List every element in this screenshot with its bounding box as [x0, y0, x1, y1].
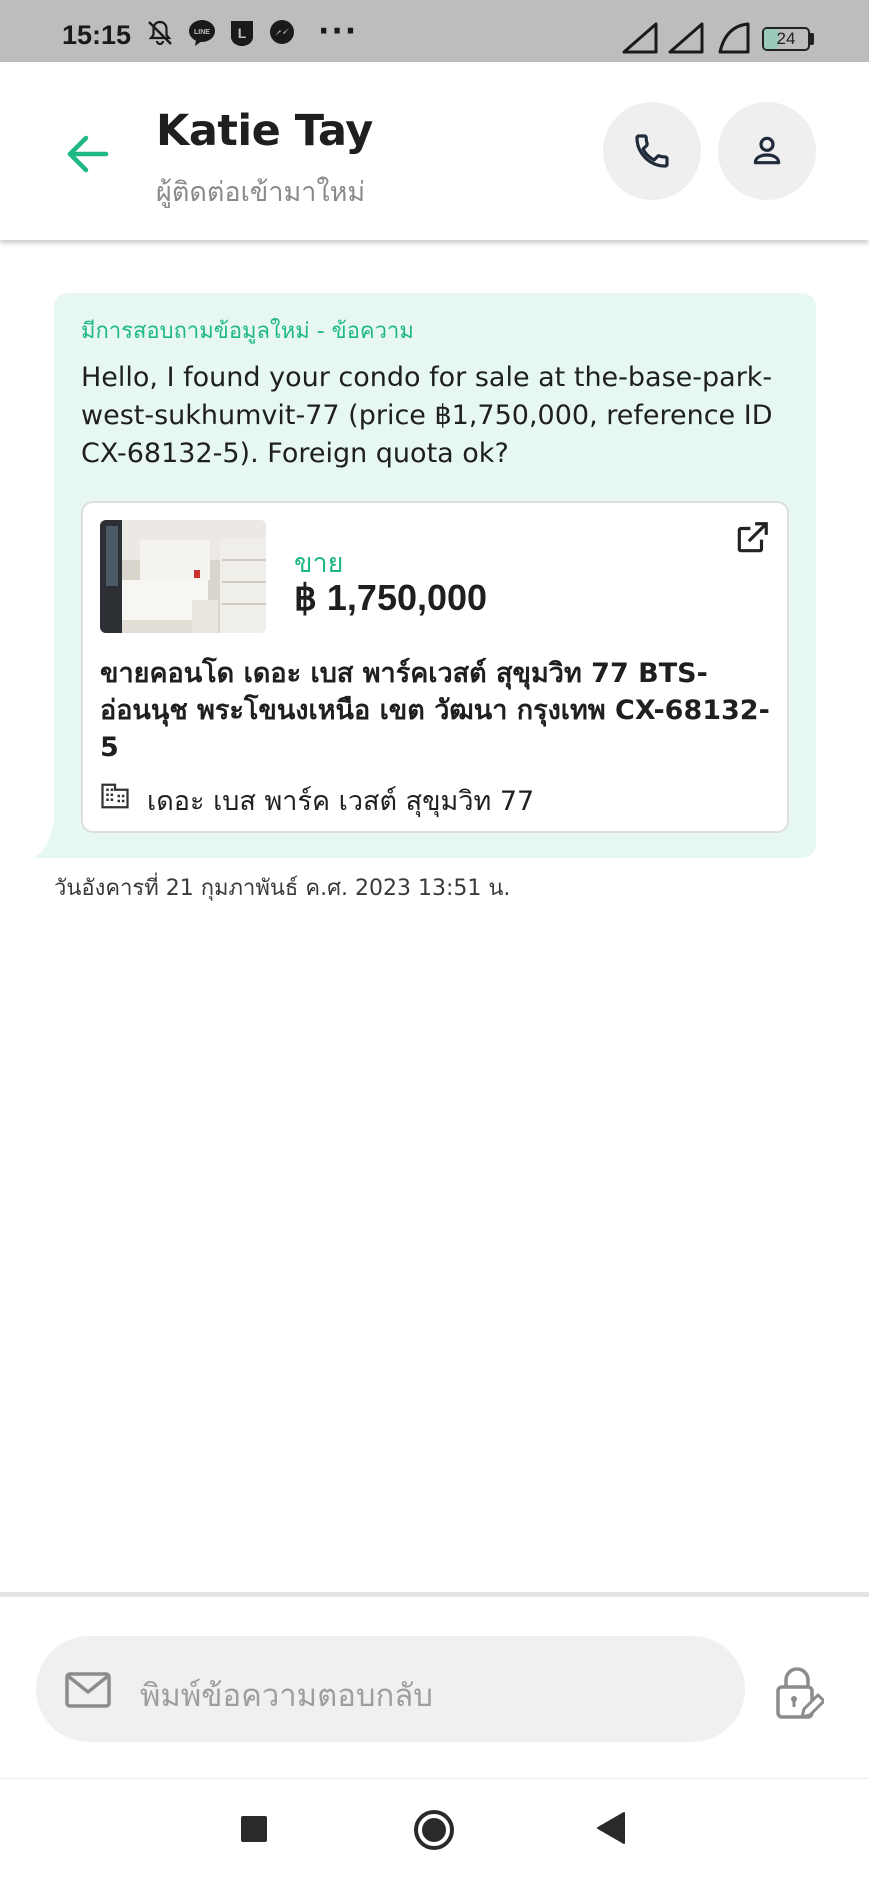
lock-edit-icon[interactable] [772, 1665, 824, 1721]
more-notifications-icon: ··· [318, 14, 359, 49]
conversation-header: Katie Tay ผู้ติดต่อเข้ามาใหม่ [0, 62, 869, 240]
home-icon[interactable] [413, 1809, 455, 1851]
message-timestamp: วันอังคารที่ 21 กุมภาพันธ์ ค.ศ. 2023 13:… [54, 876, 511, 901]
contact-status: ผู้ติดต่อเข้ามาใหม่ [156, 177, 366, 208]
notifications-off-icon [148, 20, 172, 46]
line-app-icon: LINE [189, 20, 215, 46]
status-bar: 15:15 LINE L ··· 24 [0, 0, 869, 62]
message-heading: มีการสอบถามข้อมูลใหม่ - ข้อความ [81, 319, 414, 344]
svg-text:LINE: LINE [194, 29, 210, 36]
messenger-icon [270, 20, 294, 44]
listing-photo [100, 520, 266, 633]
listing-card[interactable]: ขาย ฿ 1,750,000 ขายคอนโด เดอะ เบส พาร์คเ… [81, 501, 789, 833]
listing-price: ฿ 1,750,000 [294, 577, 488, 618]
battery-tip [810, 33, 814, 45]
contact-name: Katie Tay [156, 106, 373, 156]
call-button[interactable] [603, 102, 701, 200]
open-external-icon[interactable] [733, 519, 771, 557]
signal-icon-2 [668, 22, 704, 54]
person-icon [753, 136, 781, 165]
mail-icon [65, 1672, 111, 1708]
system-nav-bar [0, 1778, 869, 1883]
incoming-message-bubble: มีการสอบถามข้อมูลใหม่ - ข้อความ Hello, I… [54, 293, 816, 858]
battery-icon: 24 [762, 27, 810, 51]
wifi-icon [718, 22, 750, 54]
reply-bar: พิมพ์ข้อความตอบกลับ [0, 1592, 869, 1778]
listing-image [100, 520, 266, 633]
back-nav-icon[interactable] [596, 1811, 626, 1845]
message-text: Hello, I found your condo for sale at th… [81, 362, 773, 469]
reply-input[interactable]: พิมพ์ข้อความตอบกลับ [36, 1636, 745, 1742]
battery-level: 24 [776, 29, 796, 48]
signal-icon [622, 22, 658, 54]
phone-icon [635, 134, 669, 168]
listing-project-name: เดอะ เบส พาร์ค เวสต์ สุขุมวิท 77 [147, 786, 535, 817]
building-icon [101, 783, 129, 809]
recents-icon[interactable] [240, 1815, 268, 1843]
listing-title: ขายคอนโด เดอะ เบส พาร์คเวสต์ สุขุมวิท 77… [100, 658, 770, 763]
contact-profile-button[interactable] [718, 102, 816, 200]
svg-text:L: L [238, 25, 247, 41]
back-arrow-icon[interactable] [62, 128, 114, 180]
reply-placeholder: พิมพ์ข้อความตอบกลับ [140, 1678, 433, 1714]
status-time: 15:15 [62, 20, 132, 50]
line-l-app-icon: L [231, 21, 253, 46]
